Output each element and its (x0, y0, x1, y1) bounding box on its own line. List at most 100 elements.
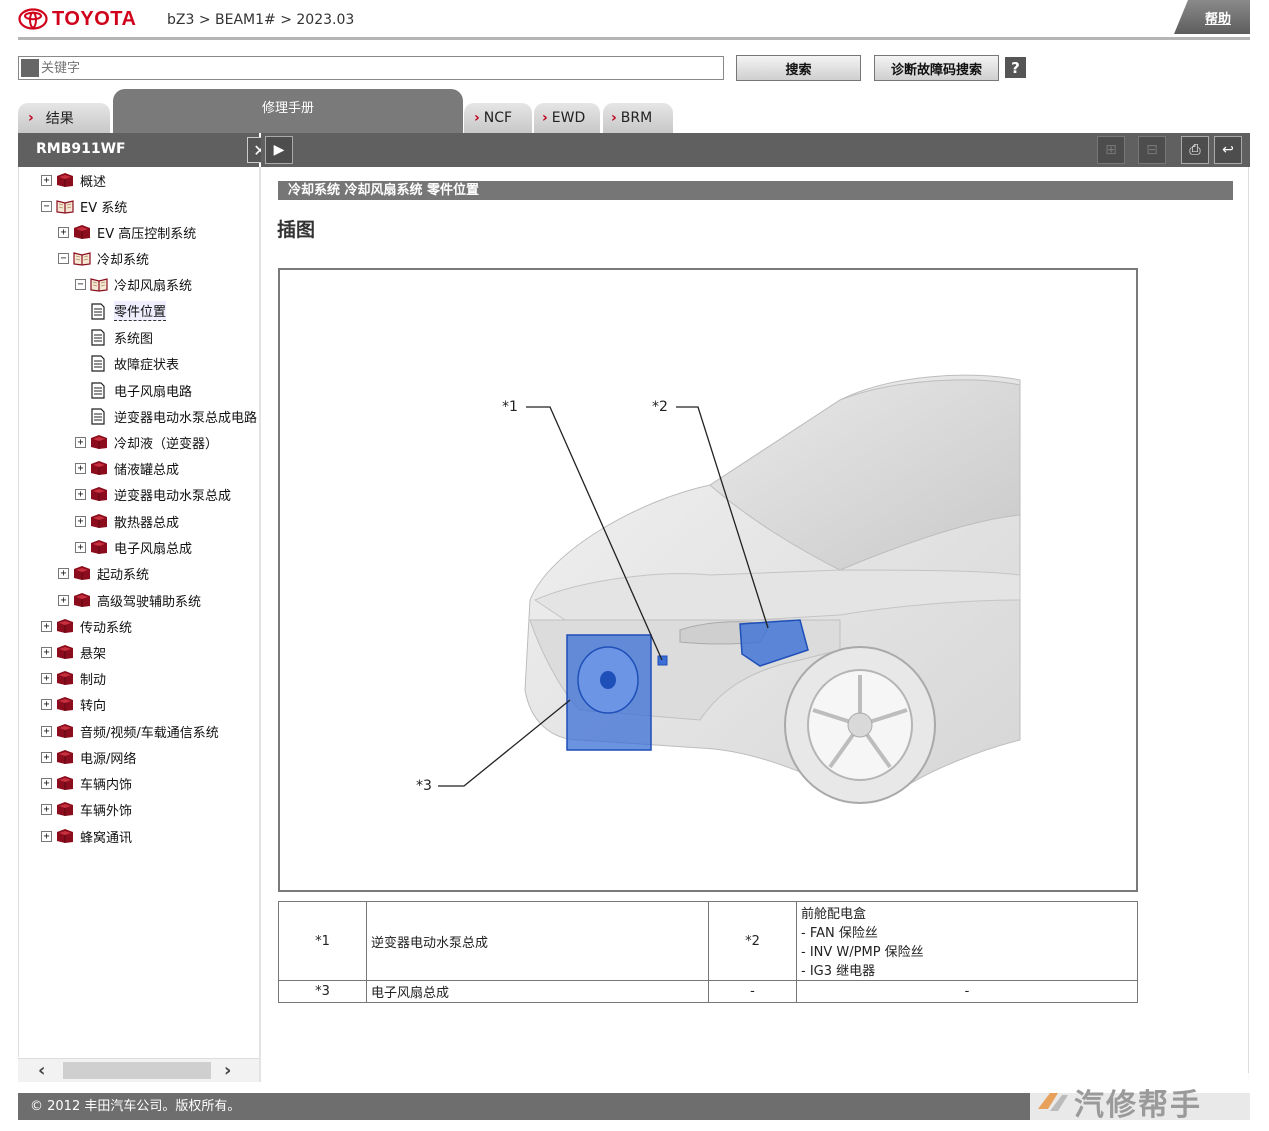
book-icon (73, 565, 91, 581)
collapse-icon[interactable]: − (75, 278, 86, 290)
tree-item-starting-system[interactable]: + 起动系统 (58, 563, 149, 583)
tree-item-steering[interactable]: + 转向 (41, 694, 106, 714)
book-icon (56, 696, 74, 712)
tree-item-interior[interactable]: + 车辆内饰 (41, 773, 132, 793)
tree-item-cellular[interactable]: + 蜂窝通讯 (41, 826, 132, 846)
tree-item-parts-location[interactable]: 零件位置 (91, 301, 167, 321)
table-cell: *3 (278, 980, 367, 1003)
search-input[interactable] (41, 58, 721, 78)
tree-item-drivetrain[interactable]: + 传动系统 (41, 616, 132, 636)
book-icon (56, 749, 74, 765)
tree-item-overview[interactable]: + 概述 (41, 170, 106, 190)
scrollbar-thumb[interactable] (63, 1062, 211, 1079)
tree-horizontal-scrollbar[interactable]: ‹ › (18, 1058, 259, 1082)
book-icon (56, 775, 74, 791)
tree-item-label: 概述 (80, 174, 107, 190)
tab-brm[interactable]: › BRM (603, 103, 673, 133)
help-question-icon[interactable]: ? (1005, 57, 1026, 78)
tree-item-symptom-table[interactable]: 故障症状表 (91, 353, 179, 373)
tree-item-label: 悬架 (80, 646, 107, 662)
expand-icon[interactable]: + (58, 594, 69, 606)
expand-icon[interactable]: + (75, 488, 86, 500)
tree-item-exterior[interactable]: + 车辆外饰 (41, 799, 132, 819)
tree-item-audio-visual[interactable]: + 音频/视频/车载通信系统 (41, 721, 219, 741)
watermark-logo-icon (1038, 1093, 1068, 1111)
book-icon (56, 801, 74, 817)
zoom-out-icon[interactable]: ⊟ (1138, 136, 1166, 164)
header-divider (18, 37, 1250, 40)
tree-item-electric-fan[interactable]: + 电子风扇总成 (75, 537, 192, 557)
book-icon (56, 618, 74, 634)
collapse-icon[interactable]: − (58, 252, 69, 264)
tab-label: 修理手册 (261, 100, 314, 116)
tree-item-fan-circuit[interactable]: 电子风扇电路 (91, 380, 192, 400)
tree-item-reservoir-tank[interactable]: + 储液罐总成 (75, 458, 179, 478)
tree-item-label: 储液罐总成 (114, 462, 180, 478)
expand-icon[interactable]: + (41, 646, 52, 658)
expand-icon[interactable]: + (75, 462, 86, 474)
brand-name: TOYOTA (52, 7, 137, 30)
tree-item-brakes[interactable]: + 制动 (41, 668, 106, 688)
expand-icon[interactable]: + (41, 830, 52, 842)
back-icon[interactable]: ↩ (1214, 136, 1242, 164)
table-row: *1 逆变器电动水泵总成 *2 前舱配电盒 - FAN 保险丝 - INV W/… (278, 901, 1138, 981)
tab-label: BRM (620, 110, 653, 126)
tab-repair-manual[interactable]: 修理手册 (113, 89, 463, 133)
expand-icon[interactable]: + (41, 174, 52, 186)
tree-item-suspension[interactable]: + 悬架 (41, 642, 106, 662)
dtc-search-button[interactable]: 诊断故障码搜索 (874, 55, 999, 81)
tree-item-ev-hv-control[interactable]: + EV 高压控制系统 (58, 222, 196, 242)
print-icon[interactable]: ⎙ (1181, 136, 1209, 164)
tree-item-system-diagram[interactable]: 系统图 (91, 327, 153, 347)
tab-results[interactable]: › 结果 (18, 103, 110, 133)
collapse-icon[interactable]: − (41, 200, 52, 212)
tab-label: 结果 (45, 111, 74, 127)
tree-item-cooling-system[interactable]: − 冷却系统 (58, 248, 149, 268)
tree-item-coolant-inverter[interactable]: + 冷却液（逆变器） (75, 432, 218, 452)
watermark-text: 汽修帮手 (1074, 1088, 1202, 1123)
tree-item-ev-system[interactable]: − EV 系统 (41, 196, 127, 216)
chevron-right-icon: › (474, 110, 480, 126)
callout-1: *1 (502, 399, 518, 415)
tree-item-inverter-pump-circuit[interactable]: 逆变器电动水泵总成电路 (91, 406, 257, 426)
expand-icon[interactable]: + (41, 672, 52, 684)
expand-icon[interactable]: + (58, 567, 69, 579)
book-icon (56, 644, 74, 660)
tab-ncf[interactable]: › NCF (464, 103, 532, 133)
toyota-logo: TOYOTA (18, 6, 148, 32)
zoom-in-icon[interactable]: ⊞ (1097, 136, 1125, 164)
tree-item-radiator[interactable]: + 散热器总成 (75, 511, 179, 531)
expand-panel-icon[interactable]: ▶ (265, 136, 293, 164)
document-icon (91, 381, 105, 399)
search-button[interactable]: 搜索 (736, 55, 861, 81)
watermark: 汽修帮手 (1030, 1073, 1269, 1131)
callout-3: *3 (416, 778, 432, 794)
tree-item-adas[interactable]: + 高级驾驶辅助系统 (58, 590, 201, 610)
expand-icon[interactable]: + (41, 725, 52, 737)
expand-icon[interactable]: + (41, 803, 52, 815)
expand-icon[interactable]: + (41, 777, 52, 789)
book-icon (56, 670, 74, 686)
expand-icon[interactable]: + (75, 541, 86, 553)
search-field[interactable] (18, 56, 724, 80)
tree-item-power-network[interactable]: + 电源/网络 (41, 747, 136, 767)
tree-item-label: 零件位置 (114, 301, 167, 321)
scroll-right-icon[interactable]: › (224, 1060, 231, 1081)
tree-item-inverter-water-pump[interactable]: + 逆变器电动水泵总成 (75, 484, 231, 504)
tree-item-cooling-fan-system[interactable]: − 冷却风扇系统 (75, 274, 192, 294)
tree-item-label: EV 高压控制系统 (97, 226, 197, 242)
expand-icon[interactable]: + (75, 515, 86, 527)
tab-ewd[interactable]: › EWD (534, 103, 600, 133)
expand-icon[interactable]: + (41, 620, 52, 632)
chevron-right-icon: › (28, 110, 34, 126)
expand-icon[interactable]: + (58, 226, 69, 238)
tree-item-label: 蜂窝通讯 (80, 830, 133, 846)
expand-icon[interactable]: + (75, 436, 86, 448)
panel-splitter[interactable] (259, 167, 261, 1082)
help-link[interactable]: 帮助 (1174, 0, 1250, 34)
expand-icon[interactable]: + (41, 698, 52, 710)
search-field-icon (21, 59, 39, 77)
expand-icon[interactable]: + (41, 751, 52, 763)
scroll-left-icon[interactable]: ‹ (38, 1060, 45, 1081)
content-toolbar: ▶ ⊞ ⊟ ⎙ ↩ (261, 133, 1250, 167)
